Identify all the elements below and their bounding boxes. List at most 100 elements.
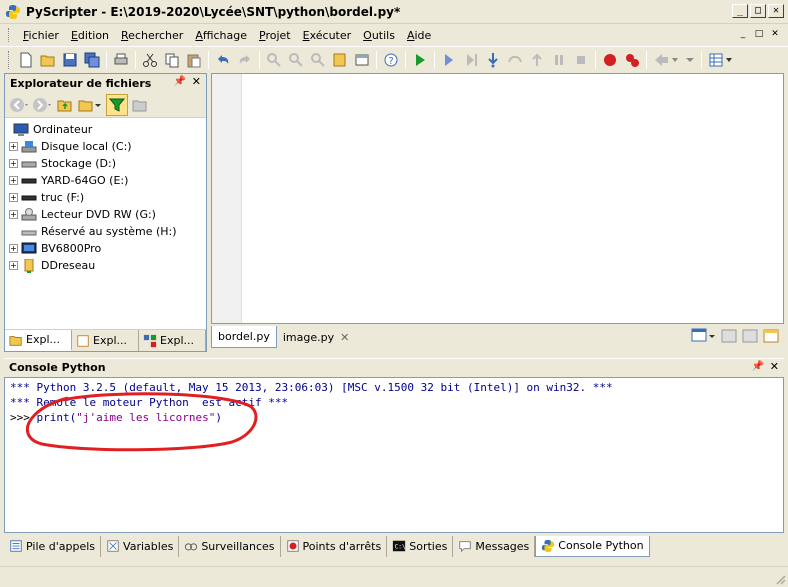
- console-code-suffix: ): [215, 411, 222, 424]
- expand-toggle[interactable]: +: [9, 261, 18, 270]
- tab-output[interactable]: C:\ Sorties: [387, 535, 454, 557]
- stop-button[interactable]: [571, 50, 591, 70]
- split-editor-icon[interactable]: [720, 327, 738, 345]
- tab-call-stack[interactable]: Pile d'appels: [4, 535, 102, 557]
- code-editor[interactable]: [211, 73, 784, 324]
- paste-button[interactable]: [184, 50, 204, 70]
- save-all-button[interactable]: [82, 50, 102, 70]
- back-button[interactable]: [651, 50, 681, 70]
- find-in-files-icon: [333, 53, 346, 66]
- close-button[interactable]: ✕: [768, 4, 784, 18]
- pin-icon[interactable]: 📌: [752, 361, 764, 372]
- clear-breakpoints-button[interactable]: [622, 50, 642, 70]
- debug-button[interactable]: [439, 50, 459, 70]
- menu-affichage[interactable]: Affichage: [189, 29, 253, 42]
- close-icon[interactable]: ✕: [770, 360, 779, 373]
- tree-item-bv6800pro[interactable]: + BV6800Pro: [9, 240, 206, 257]
- explorer-browse-button[interactable]: [77, 94, 105, 116]
- tree-item-ddreseau[interactable]: + DDreseau: [9, 257, 206, 274]
- mdi-minimize-button[interactable]: _: [736, 28, 750, 41]
- toggle-breakpoint-button[interactable]: [600, 50, 620, 70]
- find-button[interactable]: [264, 50, 284, 70]
- tree-item-drive-c[interactable]: + Disque local (C:): [9, 138, 206, 155]
- tab-bordel-py[interactable]: bordel.py: [211, 326, 277, 348]
- explorer-back-button[interactable]: [8, 94, 30, 116]
- expand-toggle[interactable]: +: [9, 193, 18, 202]
- tab-variables[interactable]: Variables: [101, 535, 180, 557]
- undo-button[interactable]: [213, 50, 233, 70]
- tree-item-label: Stockage (D:): [41, 157, 116, 170]
- minimize-button[interactable]: _: [732, 4, 748, 18]
- expand-toggle[interactable]: +: [9, 244, 18, 253]
- mdi-close-button[interactable]: ✕: [768, 28, 782, 41]
- python-console[interactable]: *** Python 3.2.5 (default, May 15 2013, …: [4, 377, 784, 533]
- new-editor-window-icon[interactable]: [691, 327, 717, 345]
- redo-button[interactable]: [235, 50, 255, 70]
- menu-aide[interactable]: Aide: [401, 29, 437, 42]
- menu-outils[interactable]: Outils: [357, 29, 401, 42]
- resize-grip-icon[interactable]: [774, 573, 786, 585]
- find-next-icon: [289, 52, 303, 67]
- tab-code-explorer[interactable]: Expl...: [139, 330, 206, 351]
- find-in-files-button[interactable]: [330, 50, 350, 70]
- tile-editor-icon[interactable]: [741, 327, 759, 345]
- help-button[interactable]: ?: [381, 50, 401, 70]
- run-button[interactable]: [410, 50, 430, 70]
- replace-button[interactable]: [308, 50, 328, 70]
- copy-button[interactable]: [162, 50, 182, 70]
- explorer-filter-button[interactable]: [106, 93, 128, 116]
- expand-toggle[interactable]: +: [9, 210, 18, 219]
- filter-icon: [109, 98, 125, 112]
- new-file-button[interactable]: [16, 50, 36, 70]
- tab-messages[interactable]: Messages: [453, 535, 536, 557]
- tree-item-drive-h[interactable]: Réservé au système (H:): [9, 223, 206, 240]
- tab-python-console[interactable]: Console Python: [535, 535, 650, 557]
- menu-executer[interactable]: Exécuter: [297, 29, 358, 42]
- debug-icon: [445, 53, 453, 66]
- toolbar-grip[interactable]: [8, 50, 11, 69]
- tree-item-drive-g[interactable]: + Lecteur DVD RW (G:): [9, 206, 206, 223]
- print-button[interactable]: [111, 50, 131, 70]
- editor-gutter[interactable]: [212, 74, 242, 323]
- tree-item-computer[interactable]: Ordinateur: [9, 121, 206, 138]
- cut-button[interactable]: [140, 50, 160, 70]
- expand-toggle[interactable]: +: [9, 176, 18, 185]
- open-file-button[interactable]: [38, 50, 58, 70]
- step-out-button[interactable]: [527, 50, 547, 70]
- console-input-line[interactable]: >>> print("j'aime les licornes"): [10, 411, 783, 426]
- explorer-up-button[interactable]: [54, 94, 76, 116]
- forward-button[interactable]: [683, 50, 697, 70]
- find-next-button[interactable]: [286, 50, 306, 70]
- preferences-button[interactable]: [352, 50, 372, 70]
- save-button[interactable]: [60, 50, 80, 70]
- pause-button[interactable]: [549, 50, 569, 70]
- tree-item-drive-f[interactable]: + truc (F:): [9, 189, 206, 206]
- tab-close-icon[interactable]: ✕: [340, 331, 349, 344]
- editor-options-icon[interactable]: [762, 327, 780, 345]
- close-icon[interactable]: ✕: [192, 75, 201, 88]
- maximize-button[interactable]: □: [750, 4, 766, 18]
- expand-toggle[interactable]: +: [9, 159, 18, 168]
- menu-projet[interactable]: Projet: [253, 29, 297, 42]
- tab-breakpoints[interactable]: Points d'arrêts: [281, 535, 388, 557]
- tree-item-drive-d[interactable]: + Stockage (D:): [9, 155, 206, 172]
- tab-file-explorer[interactable]: Expl...: [5, 330, 72, 351]
- layout-grid-icon: [709, 53, 732, 66]
- run-to-cursor-button[interactable]: [461, 50, 481, 70]
- pin-icon[interactable]: 📌: [174, 76, 186, 87]
- layout-button[interactable]: [706, 50, 736, 70]
- explorer-favorites-button[interactable]: [129, 94, 151, 116]
- tree-item-drive-e[interactable]: + YARD-64GO (E:): [9, 172, 206, 189]
- menu-fichier[interactable]: Fichier: [17, 29, 65, 42]
- tab-project-explorer[interactable]: Expl...: [72, 330, 139, 351]
- explorer-forward-button[interactable]: [31, 94, 53, 116]
- tab-image-py[interactable]: image.py ✕: [277, 326, 355, 348]
- mdi-restore-button[interactable]: □: [752, 28, 766, 41]
- menu-rechercher[interactable]: Rechercher: [115, 29, 189, 42]
- step-into-button[interactable]: [483, 50, 503, 70]
- tab-watches[interactable]: Surveillances: [179, 535, 281, 557]
- menu-grip[interactable]: [8, 28, 11, 42]
- menu-edition[interactable]: Edition: [65, 29, 115, 42]
- expand-toggle[interactable]: +: [9, 142, 18, 151]
- step-over-button[interactable]: [505, 50, 525, 70]
